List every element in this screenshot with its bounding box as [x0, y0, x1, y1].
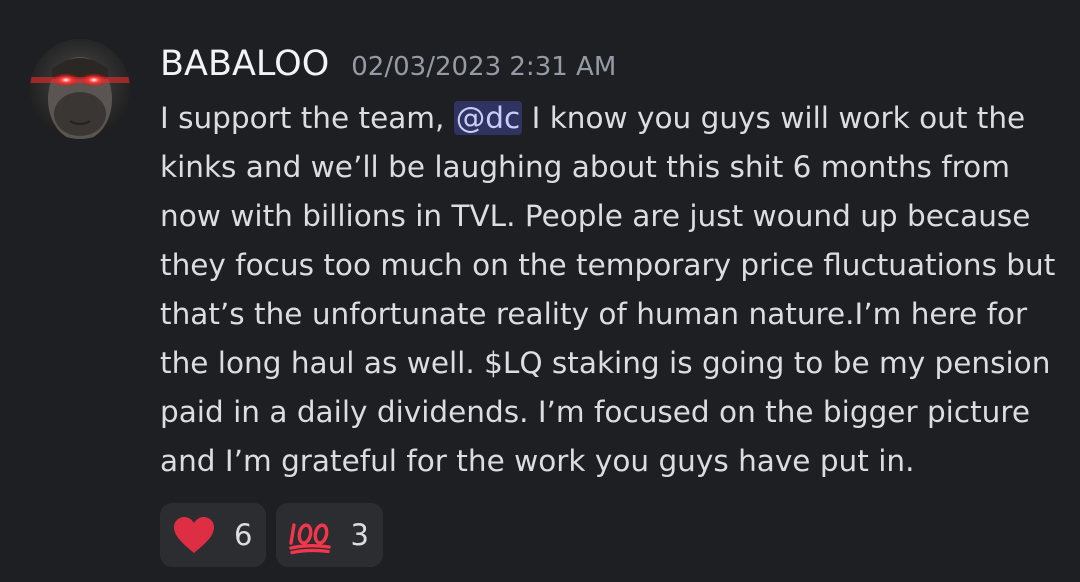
user-mention[interactable]: @dc — [453, 101, 523, 135]
avatar-image — [30, 39, 130, 139]
reaction-count: 3 — [350, 518, 369, 552]
message-text-part: I support the team, — [160, 101, 454, 135]
message-header: BABALOO 02/03/2023 2:31 AM — [160, 44, 616, 90]
reactions-bar: 6 3 — [160, 503, 383, 567]
timestamp: 02/03/2023 2:31 AM — [351, 52, 617, 82]
message-content: I support the team, @dc I know you guys … — [160, 94, 1060, 486]
hundred-points-icon — [288, 513, 332, 557]
reaction-heart[interactable]: 6 — [160, 503, 267, 567]
message-text-part: I know you guys will work out the kinks … — [160, 101, 1056, 478]
reaction-hundred[interactable]: 3 — [276, 503, 383, 567]
chat-message: BABALOO 02/03/2023 2:31 AM I support the… — [0, 0, 1080, 582]
heart-icon — [172, 513, 216, 557]
avatar[interactable] — [30, 39, 130, 139]
reaction-count: 6 — [234, 518, 253, 552]
username[interactable]: BABALOO — [160, 44, 329, 84]
